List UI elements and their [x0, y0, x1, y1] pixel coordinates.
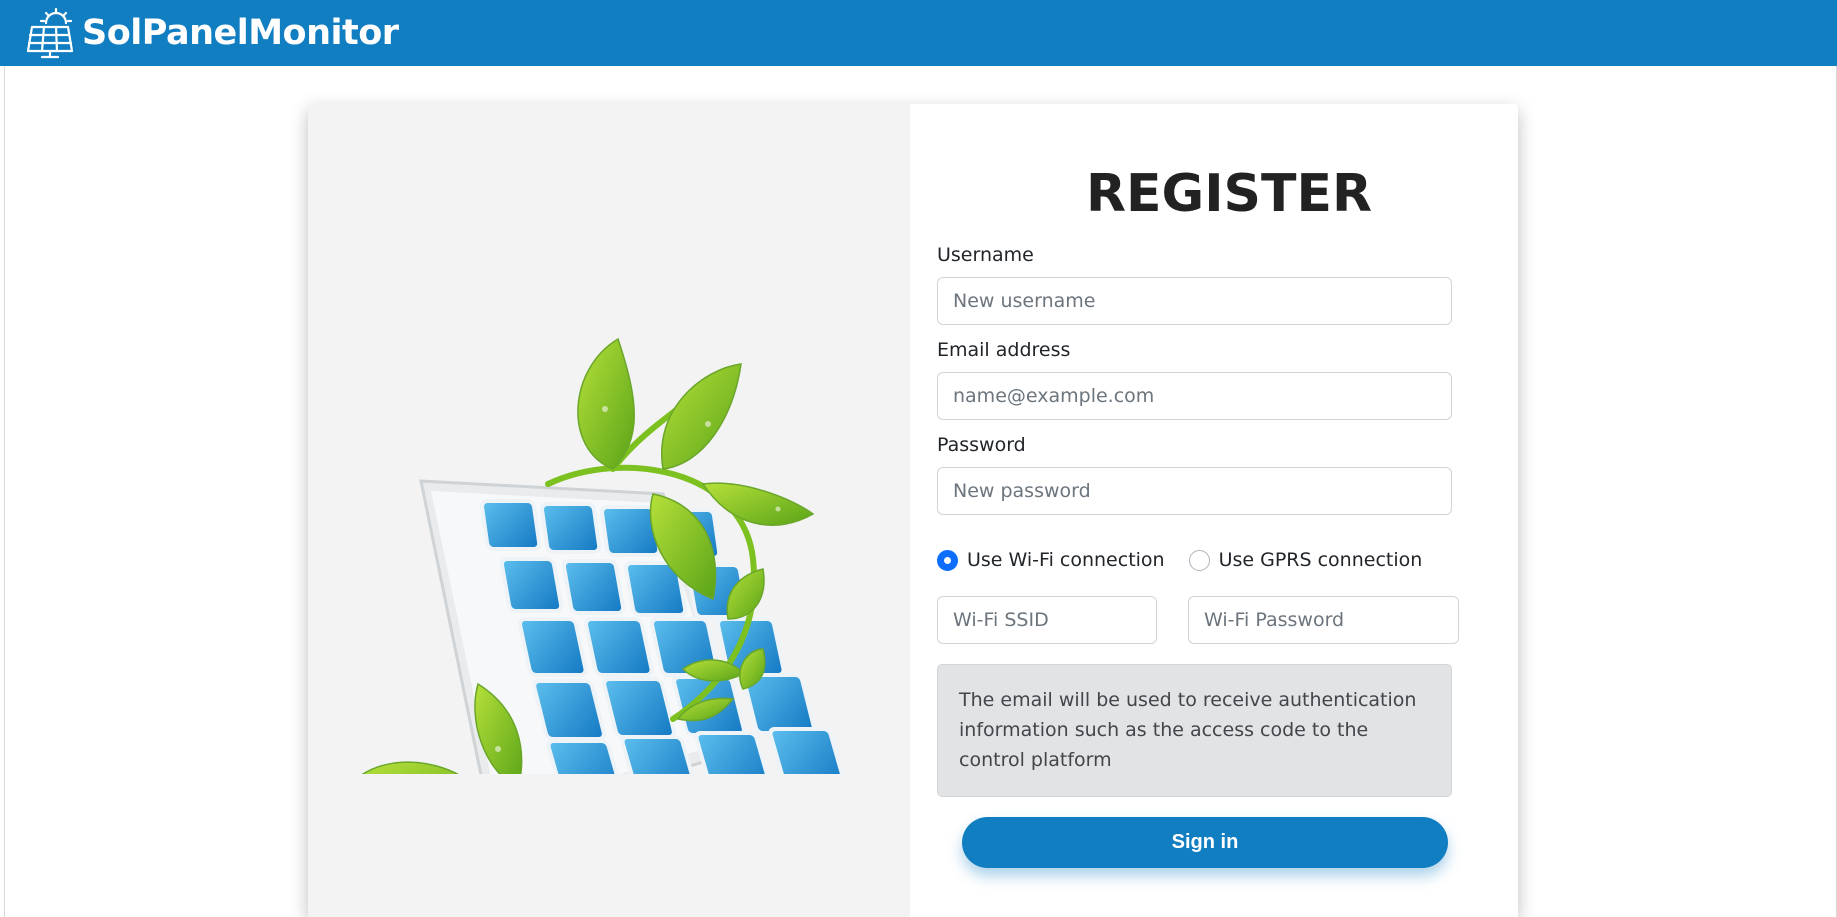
username-label: Username — [937, 244, 1034, 266]
email-input[interactable] — [937, 372, 1452, 420]
email-info-alert: The email will be used to receive authen… — [937, 664, 1452, 797]
gprs-connection-radio[interactable]: Use GPRS connection — [1188, 549, 1423, 571]
solar-panel-with-leaves-illustration — [361, 337, 847, 774]
solar-panel-sun-icon — [26, 7, 74, 59]
wifi-ssid-input[interactable] — [937, 596, 1157, 644]
password-label: Password — [937, 434, 1026, 456]
gprs-connection-label: Use GPRS connection — [1218, 549, 1423, 571]
page-title: REGISTER — [1085, 164, 1373, 224]
wifi-connection-label: Use Wi-Fi connection — [967, 549, 1165, 571]
username-input[interactable] — [937, 277, 1452, 325]
brand-link[interactable]: SolPanelMonitor — [24, 7, 399, 59]
connection-type-group: Use Wi-Fi connection Use GPRS connection — [937, 549, 1422, 571]
email-label: Email address — [937, 339, 1071, 361]
illustration-panel — [308, 104, 910, 917]
register-card: REGISTER Username Email address Password… — [308, 104, 1518, 917]
password-input[interactable] — [937, 467, 1452, 515]
top-navbar: SolPanelMonitor — [0, 0, 1837, 66]
sign-in-button[interactable]: Sign in — [962, 817, 1448, 868]
brand-name: SolPanelMonitor — [82, 13, 399, 53]
gprs-radio-circle[interactable] — [1188, 549, 1210, 571]
register-form: REGISTER Username Email address Password… — [910, 104, 1518, 917]
wifi-password-input[interactable] — [1188, 596, 1459, 644]
wifi-connection-radio[interactable]: Use Wi-Fi connection — [937, 549, 1165, 571]
wifi-radio-circle[interactable] — [937, 549, 958, 571]
